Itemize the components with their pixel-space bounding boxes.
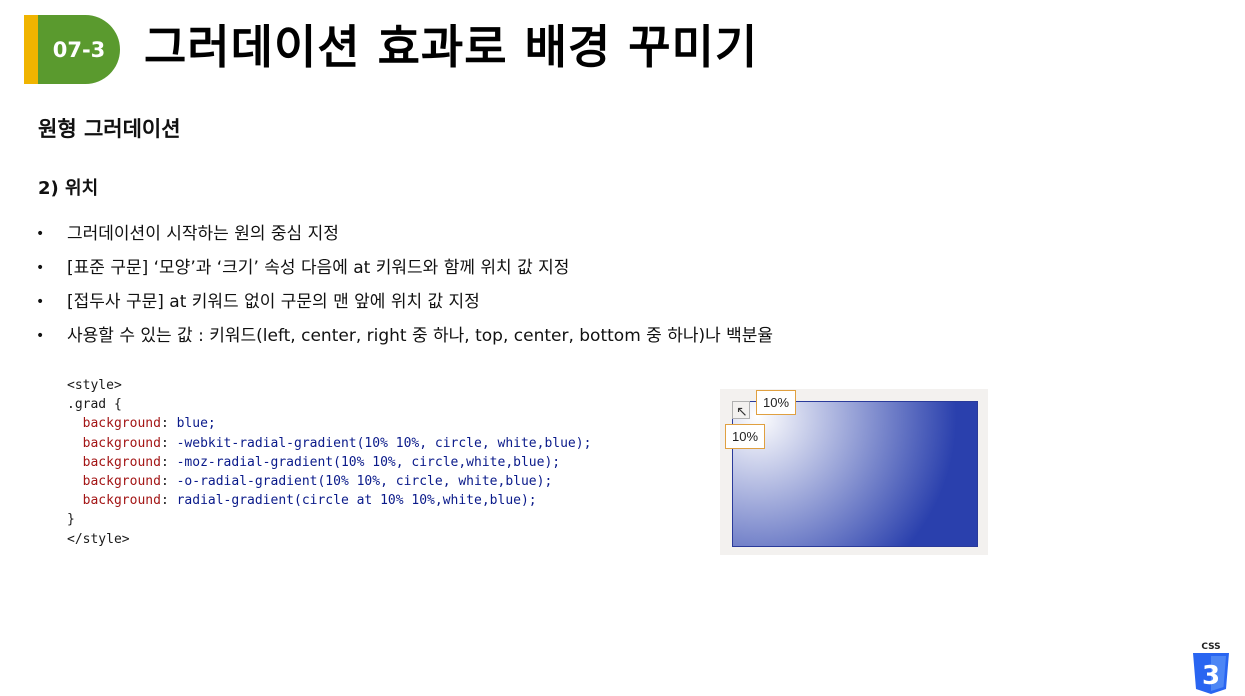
bullet-marker: • [36,328,45,344]
code-property: background [82,435,161,451]
bullet-text: 그러데이션이 시작하는 원의 중심 지정 [67,224,339,244]
code-line: background: blue; [82,416,216,432]
chapter-badge: 07-3 [38,15,120,84]
percent-label-left: 10% [725,424,766,449]
code-block: <style> .grad { background: blue; backgro… [67,376,591,549]
code-line: background: radial-gradient(circle at 10… [82,493,537,509]
code-close-brace: } [67,512,75,528]
css3-caption: CSS [1201,642,1220,652]
code-value: -moz-radial-gradient(10% 10%, circle,whi… [176,454,561,470]
code-property: background [82,493,161,509]
list-item: • [표준 구문] ‘모양’과 ‘크기’ 속성 다음에 at 키워드와 함께 위치… [36,254,773,288]
bullet-marker: • [36,226,45,242]
list-item: • 사용할 수 있는 값 : 키워드(left, center, right 중 … [36,322,773,356]
list-item: • [접두사 구문] at 키워드 없이 구문의 맨 앞에 위치 값 지정 [36,288,773,322]
code-value: radial-gradient(circle at 10% 10%,white,… [176,493,537,509]
bullet-list: • 그러데이션이 시작하는 원의 중심 지정 • [표준 구문] ‘모양’과 ‘크기… [36,220,773,356]
code-value: -o-radial-gradient(10% 10%, circle, whit… [176,474,553,490]
code-line: background: -moz-radial-gradient(10% 10%… [82,454,561,470]
css3-number: 3 [1202,661,1220,691]
css3-shield-icon: CSS 3 [1193,642,1229,694]
code-line: background: -o-radial-gradient(10% 10%, … [82,474,553,490]
code-property: background [82,474,161,490]
bullet-text: [표준 구문] ‘모양’과 ‘크기’ 속성 다음에 at 키워드와 함께 위치 … [67,258,570,278]
page-title: 그러데이션 효과로 배경 꾸미기 [144,20,759,74]
bullet-text: 사용할 수 있는 값 : 키워드(left, center, right 중 하… [67,326,774,346]
code-close-tag: </style> [67,531,130,547]
code-selector: .grad { [67,397,122,413]
list-item: • 그러데이션이 시작하는 원의 중심 지정 [36,220,773,254]
sub-title: 2) 위치 [38,178,99,199]
code-value: blue; [176,416,216,432]
percent-label-top: 10% [756,390,797,415]
bullet-marker: • [36,294,45,310]
code-property: background [82,416,161,432]
bullet-marker: • [36,260,45,276]
code-value: -webkit-radial-gradient(10% 10%, circle,… [176,435,592,451]
section-title: 원형 그러데이션 [38,117,181,141]
code-property: background [82,454,161,470]
code-line: background: -webkit-radial-gradient(10% … [82,435,592,451]
badge-stripe [24,15,38,84]
cursor-icon: ↖ [736,404,748,420]
code-open-tag: <style> [67,378,122,393]
gradient-demo-box [732,401,978,547]
bullet-text: [접두사 구문] at 키워드 없이 구문의 맨 앞에 위치 값 지정 [67,292,480,312]
